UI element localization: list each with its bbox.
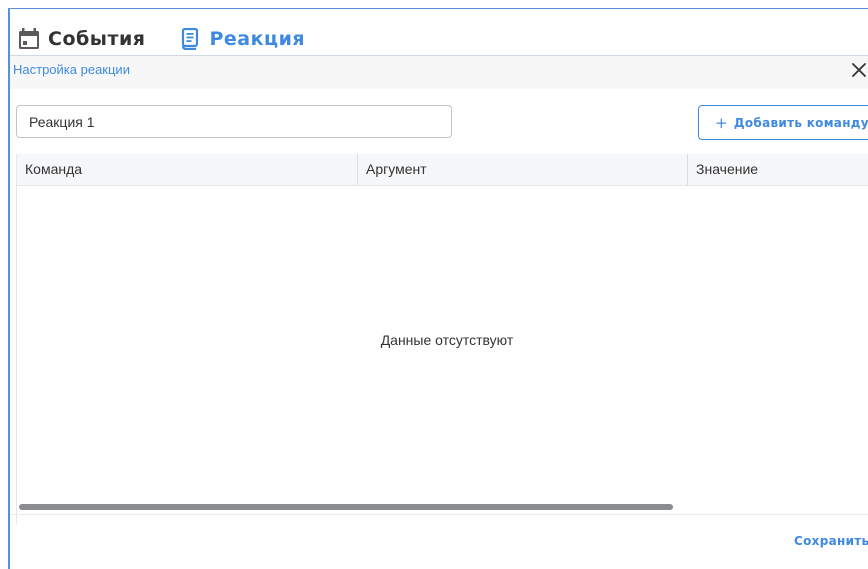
tab-reaction[interactable]: Реакция (181, 28, 305, 50)
save-button[interactable]: Сохранить (794, 534, 868, 548)
add-command-label: Добавить команду (733, 115, 868, 130)
plus-icon: + (715, 113, 728, 132)
tab-events[interactable]: События (18, 28, 145, 50)
close-icon[interactable] (849, 60, 868, 80)
table-header: Команда Аргумент Значение (17, 154, 868, 186)
add-command-button[interactable]: + Добавить команду (698, 105, 868, 140)
footer-divider (10, 514, 868, 515)
document-list-icon (181, 28, 209, 50)
commands-table: Команда Аргумент Значение Данные отсутст… (16, 154, 868, 524)
column-header-value[interactable]: Значение (687, 154, 868, 185)
empty-state-text: Данные отсутствуют (380, 332, 514, 348)
tab-reaction-label: Реакция (209, 28, 306, 50)
dialog-header: Настройка реакции (10, 56, 868, 89)
tab-bar: События Реакция (18, 24, 305, 54)
reaction-settings-dialog: Настройка реакции + Добавить команду Ком… (10, 55, 868, 566)
column-header-argument[interactable]: Аргумент (357, 154, 687, 185)
column-header-command[interactable]: Команда (17, 154, 357, 185)
horizontal-scrollbar[interactable] (19, 504, 673, 510)
dialog-title: Настройка реакции (13, 62, 130, 77)
tab-events-label: События (48, 28, 146, 50)
reaction-name-input[interactable] (16, 105, 452, 138)
calendar-icon (18, 28, 48, 50)
